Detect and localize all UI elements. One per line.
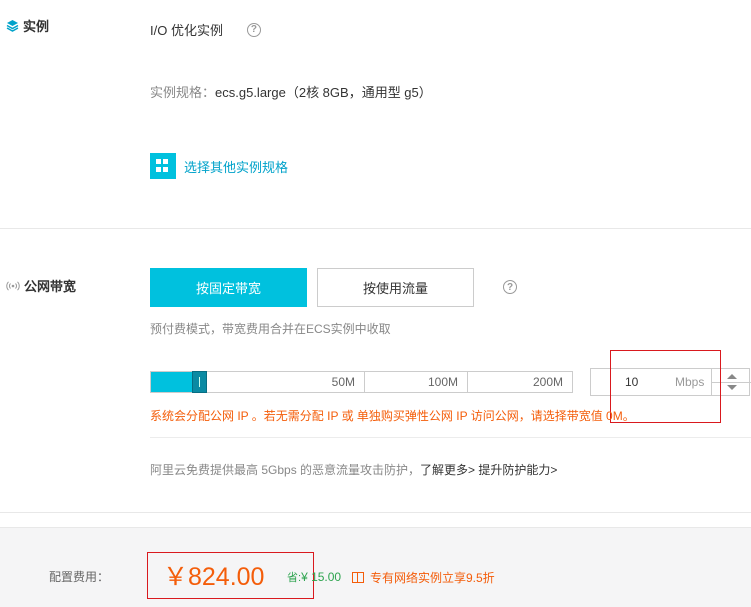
- section-divider: [0, 228, 751, 229]
- instance-spec: 实例规格：ecs.g5.large（2核 8GB，通用型 g5）: [150, 82, 432, 101]
- increment-icon[interactable]: [727, 374, 737, 379]
- public-ip-warning: 系统会分配公网 IP 。若无需分配 IP 或 单独购买弹性公网 IP 访问公网，…: [150, 409, 635, 423]
- savings: 省:¥ 15.00: [287, 569, 341, 585]
- divider: [150, 437, 751, 438]
- choose-other-spec-link[interactable]: 选择其他实例规格: [150, 153, 288, 179]
- instance-type-text: I/O 优化实例: [150, 23, 223, 38]
- slider-mark-200m: 200M: [468, 372, 573, 392]
- fee-footer: [0, 527, 751, 607]
- upgrade-protection-link[interactable]: 提升防护能力>: [478, 463, 557, 477]
- pay-by-traffic-button[interactable]: 按使用流量: [317, 268, 474, 307]
- slider-handle[interactable]: [192, 371, 207, 393]
- grid-icon: [150, 153, 176, 179]
- learn-more-link[interactable]: 了解更多>: [420, 463, 475, 477]
- layers-icon: [6, 20, 19, 32]
- instance-label-text: 实例: [23, 19, 50, 34]
- savings-label: 省:: [287, 572, 302, 584]
- ddos-protection-note: 阿里云免费提供最高 5Gbps 的恶意流量攻击防护，了解更多> 提升防护能力>: [150, 461, 557, 478]
- fee-label: 配置费用：: [49, 570, 110, 584]
- choose-other-spec-text: 选择其他实例规格: [184, 159, 289, 175]
- bandwidth-slider[interactable]: 50M 100M 200M: [150, 371, 573, 393]
- broadcast-icon: [6, 280, 20, 291]
- bandwidth-label-text: 公网带宽: [24, 279, 77, 294]
- promo-text: 专有网络实例立享9.5折: [370, 571, 495, 585]
- billing-note: 预付费模式，带宽费用合并在ECS实例中收取: [150, 322, 391, 336]
- vpc-promo: 专有网络实例立享9.5折: [352, 569, 495, 586]
- protection-text: 阿里云免费提供最高 5Gbps 的恶意流量攻击防护，: [150, 463, 421, 477]
- section-divider: [0, 512, 751, 513]
- savings-value: ¥ 15.00: [301, 570, 342, 584]
- help-icon[interactable]: ?: [503, 280, 517, 294]
- instance-type-title: I/O 优化实例 ?: [150, 20, 261, 39]
- spec-value: ecs.g5.large（2核 8GB，通用型 g5）: [215, 85, 432, 100]
- slider-mark-50m: 50M: [151, 372, 365, 392]
- help-icon[interactable]: ?: [246, 22, 261, 37]
- fixed-bandwidth-button[interactable]: 按固定带宽: [150, 268, 307, 307]
- slider-mark-100m: 100M: [365, 372, 468, 392]
- instance-section-label: 实例: [6, 16, 49, 35]
- decrement-icon[interactable]: [727, 385, 737, 390]
- bandwidth-section-label: 公网带宽: [6, 276, 76, 295]
- gift-icon: [352, 572, 364, 583]
- spec-prefix: 实例规格：: [150, 85, 216, 100]
